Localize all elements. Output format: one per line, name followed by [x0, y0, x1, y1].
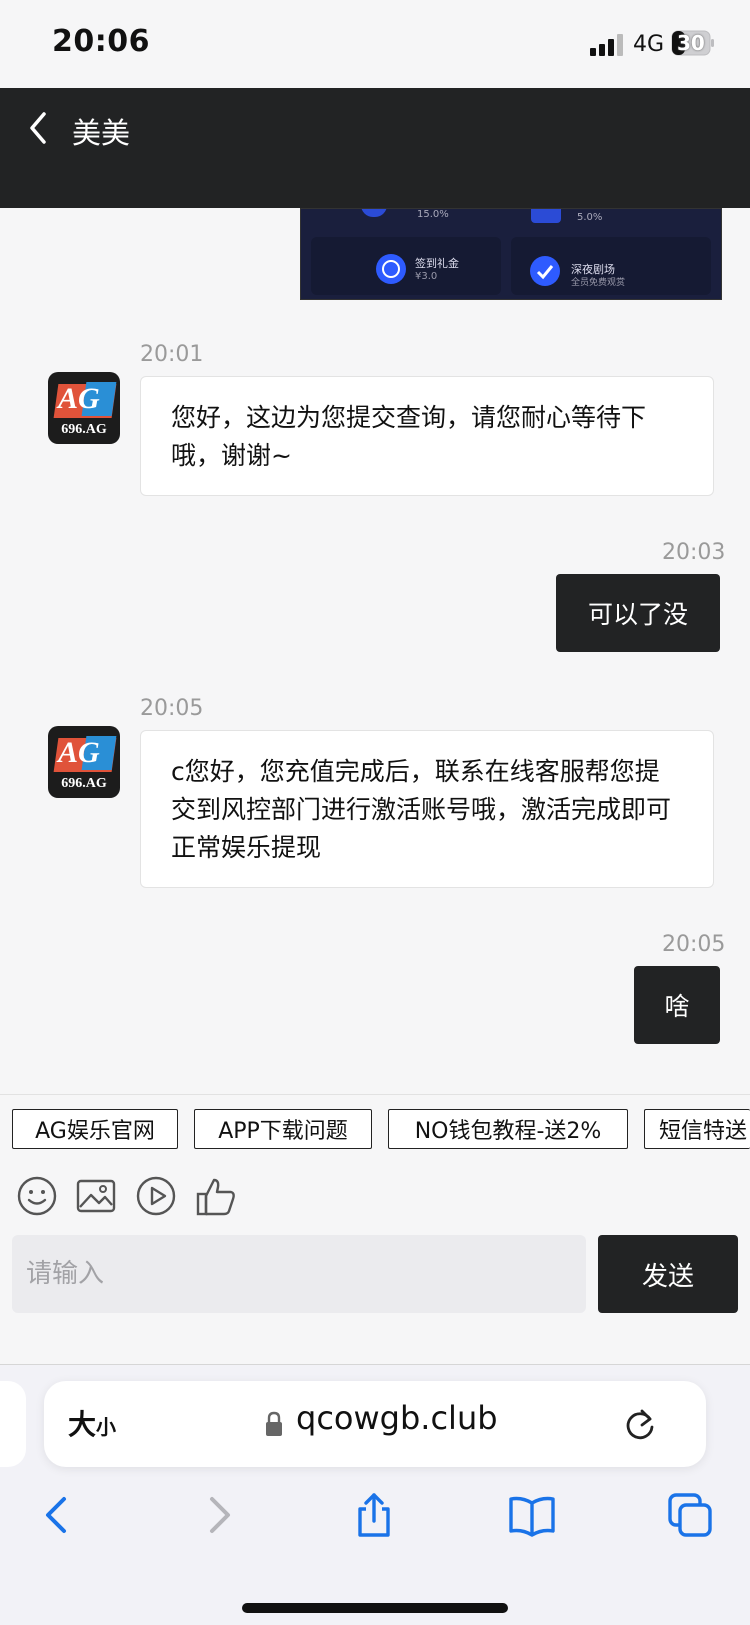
img-value-1: ¥3.0: [415, 271, 438, 282]
quick-reply-button[interactable]: AG娱乐官网: [12, 1109, 178, 1149]
img-value-2: 全员免费观赏: [571, 278, 626, 288]
check-icon: [530, 256, 560, 286]
img-label-1: 签到礼金: [415, 257, 459, 270]
emoji-icon[interactable]: [16, 1175, 58, 1217]
agent-message: 您好，这边为您提交查询，请您耐心等待下哦，谢谢~: [140, 376, 714, 496]
reload-icon[interactable]: [622, 1405, 658, 1443]
tabs-icon[interactable]: [666, 1491, 714, 1539]
thumbs-up-icon[interactable]: [195, 1175, 237, 1217]
quick-reply-button[interactable]: APP下载问题: [194, 1109, 372, 1149]
message-time: 20:05: [140, 696, 204, 721]
avatar-logo-text: AG: [58, 382, 100, 415]
message-time: 20:05: [662, 932, 726, 957]
img-icon-1: [361, 209, 387, 217]
image-message[interactable]: 15.0% 5.0% 签到礼金 ¥3.0 深夜剧场 全员免费观赏: [300, 208, 722, 300]
quick-reply-button[interactable]: NO钱包教程-送2%: [388, 1109, 628, 1149]
message-input[interactable]: [12, 1235, 586, 1313]
back-arrow-icon[interactable]: [34, 1491, 82, 1539]
message-time: 20:03: [662, 540, 726, 565]
coin-icon: [376, 254, 406, 284]
composer-panel: AG娱乐官网 APP下载问题 NO钱包教程-送2% 短信特送 发送: [0, 1094, 750, 1365]
chat-header: 美美: [0, 88, 750, 208]
avatar-logo-text: AG: [58, 736, 100, 769]
agent-avatar[interactable]: AG 696.AG: [48, 726, 120, 798]
battery-level: 30: [677, 31, 705, 55]
chat-title: 美美: [72, 116, 131, 150]
agent-message: c您好，您充值完成后，联系在线客服帮您提交到风控部门进行激活账号哦，激活完成即可…: [140, 730, 714, 888]
battery-icon: 30: [671, 30, 715, 56]
image-icon[interactable]: [75, 1175, 117, 1217]
agent-avatar[interactable]: AG 696.AG: [48, 372, 120, 444]
text-size-button[interactable]: 大小: [68, 1403, 116, 1443]
address-bar[interactable]: 大小 qcowgb.club: [44, 1381, 706, 1467]
status-bar: 20:06 4G 30: [0, 0, 750, 88]
status-time: 20:06: [52, 24, 150, 59]
avatar-logo-subtext: 696.AG: [61, 422, 107, 437]
user-message: 可以了没: [556, 574, 720, 652]
img-pct-2: 5.0%: [577, 212, 603, 223]
url-text[interactable]: qcowgb.club: [296, 1399, 498, 1437]
lock-icon: [266, 1411, 282, 1436]
home-indicator: [242, 1603, 508, 1613]
img-pct-1: 15.0%: [417, 209, 449, 220]
browser-toolbar: 大小 qcowgb.club: [0, 1364, 750, 1625]
share-icon[interactable]: [350, 1491, 398, 1539]
forward-arrow-icon[interactable]: [194, 1491, 242, 1539]
quick-reply-button[interactable]: 短信特送: [644, 1109, 750, 1149]
user-message: 啥: [634, 966, 720, 1044]
avatar-logo-subtext: 696.AG: [61, 776, 107, 791]
message-time: 20:01: [140, 342, 204, 367]
video-icon[interactable]: [135, 1175, 177, 1217]
network-type: 4G: [633, 32, 665, 57]
bookmarks-icon[interactable]: [508, 1491, 556, 1539]
previous-tab-peek[interactable]: [0, 1381, 26, 1467]
img-icon-2: [531, 209, 561, 223]
back-icon[interactable]: [24, 108, 54, 148]
chat-area[interactable]: 15.0% 5.0% 签到礼金 ¥3.0 深夜剧场 全员免费观赏 20:01 A…: [0, 208, 750, 1094]
signal-icon: [590, 34, 623, 56]
send-button[interactable]: 发送: [598, 1235, 738, 1313]
